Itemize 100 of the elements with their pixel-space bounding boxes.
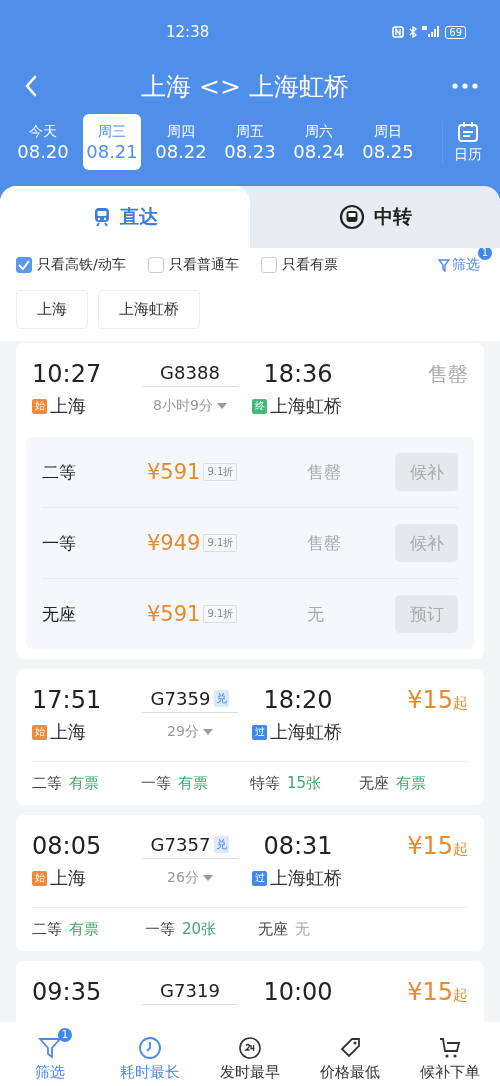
- timer-icon: [138, 1036, 162, 1060]
- nav-item[interactable]: 候补下单: [400, 1026, 500, 1082]
- availability-label: 无: [295, 920, 310, 939]
- train-card[interactable]: 10:27 G8388 18:36 售罄 始 上海 8小时9分 终 上海虹桥 二等 ¥591 9.1折 售罄 候补 一等 ¥949 9.1折 售罄 候补 无座 ¥591 9.1折 无 预订: [16, 343, 484, 659]
- caret-icon: [216, 403, 227, 409]
- availability-label: 20张: [182, 920, 217, 939]
- arrival-time: 10:00: [262, 978, 334, 1006]
- filter-checkbox[interactable]: 只看普通车: [147, 256, 239, 274]
- mode-tab[interactable]: 中转: [250, 186, 500, 248]
- seat-price: ¥591: [147, 460, 201, 484]
- departure-time: 08:05: [32, 832, 103, 860]
- status-time: 12:38: [166, 23, 210, 41]
- availability-label: 无: [307, 602, 325, 626]
- count-badge: 1: [57, 1028, 72, 1042]
- status-label: 售罄: [428, 361, 468, 386]
- bluetooth-icon: [409, 26, 418, 38]
- station-name: 上海虹桥: [270, 394, 342, 418]
- departure-time: 10:27: [32, 360, 103, 388]
- date-tab[interactable]: 周六 08.24: [290, 114, 348, 170]
- availability-label: 售罄: [307, 531, 342, 555]
- station-name: 上海: [50, 720, 86, 744]
- discount-tag: 9.1折: [203, 605, 238, 623]
- duration-toggle[interactable]: 29分: [142, 723, 238, 741]
- seat-class: 一等: [42, 531, 77, 555]
- count-badge: 1: [477, 248, 492, 260]
- arrival-time: 18:20: [262, 686, 334, 714]
- nav-item[interactable]: 1 筛选: [0, 1026, 100, 1082]
- departure-time: 09:35: [32, 978, 103, 1006]
- seat-class: 无座: [42, 602, 77, 626]
- train-card[interactable]: 09:35 G7319 10:00 ¥15起: [16, 961, 484, 1022]
- seat-price: ¥949: [147, 531, 201, 555]
- date-tab[interactable]: 周四 08.22: [152, 114, 210, 170]
- more-button[interactable]: [452, 83, 478, 89]
- calendar-button[interactable]: 日历: [442, 120, 492, 164]
- station-tag: 始: [32, 724, 47, 740]
- train-card[interactable]: 17:51 G7359 兑 18:20 ¥15起 始 上海 29分 过 上海虹桥 二等 有票 一等 有票 特等 15张 无座 有票: [16, 669, 484, 805]
- station-chip[interactable]: 上海: [16, 290, 88, 329]
- transfer-train-icon: [338, 204, 365, 230]
- seat-action-button[interactable]: 候补: [395, 524, 458, 562]
- more-icon: [452, 83, 478, 89]
- seat-class: 二等: [32, 774, 62, 793]
- station-tag: 终: [252, 398, 267, 414]
- train-card[interactable]: 08:05 G7357 兑 08:31 ¥15起 始 上海 26分 过 上海虹桥 二等 有票 一等 20张 无座 无: [16, 815, 484, 951]
- date-tab[interactable]: 周五 08.23: [221, 114, 279, 170]
- seat-class: 一等: [141, 774, 171, 793]
- nav-item[interactable]: 价格最低: [300, 1026, 400, 1082]
- station-tag: 过: [252, 724, 267, 740]
- seat-class: 特等: [250, 774, 280, 793]
- station-name: 上海: [50, 866, 86, 890]
- route-title: 上海 <> 上海虹桥: [140, 70, 350, 103]
- train-number: G7359: [150, 687, 211, 709]
- seat-class: 无座: [359, 774, 389, 793]
- price-tag-icon: [338, 1036, 362, 1060]
- caret-icon: [202, 729, 213, 735]
- clock-icon: [238, 1036, 262, 1060]
- date-tab[interactable]: 今天 08.20: [14, 114, 72, 170]
- station-name: 上海虹桥: [270, 866, 342, 890]
- arrival-time: 08:31: [262, 832, 334, 860]
- filter-icon: [38, 1036, 62, 1060]
- availability-label: 15张: [287, 774, 322, 793]
- caret-icon: [202, 875, 213, 881]
- station-tag: 始: [32, 398, 47, 414]
- station-tag: 始: [32, 870, 47, 886]
- station-chip[interactable]: 上海虹桥: [98, 290, 200, 329]
- availability-label: 有票: [69, 920, 99, 939]
- seat-class: 一等: [145, 920, 175, 939]
- battery-icon: 69: [445, 25, 466, 39]
- back-button[interactable]: [24, 75, 38, 97]
- filter-button[interactable]: 筛选 1: [438, 248, 492, 274]
- train-number: G7319: [160, 979, 220, 1001]
- filter-checkbox[interactable]: 只看有票: [260, 256, 338, 274]
- duration-toggle[interactable]: 26分: [142, 869, 238, 887]
- seat-class: 二等: [32, 920, 62, 939]
- discount-tag: 9.1折: [203, 463, 238, 481]
- train-number: G7357: [150, 833, 211, 855]
- seat-action-button[interactable]: 预订: [395, 595, 458, 633]
- seat-price: ¥591: [147, 602, 201, 626]
- mode-tab[interactable]: 直达: [0, 186, 250, 248]
- seat-action-button[interactable]: 候补: [395, 453, 458, 491]
- filter-checkbox[interactable]: 只看高铁/动车: [16, 256, 126, 274]
- nav-item[interactable]: 发时最早: [200, 1026, 300, 1082]
- calendar-icon: [456, 120, 479, 143]
- discount-tag: 9.1折: [203, 534, 238, 552]
- availability-label: 有票: [69, 774, 99, 793]
- seat-class: 二等: [42, 460, 77, 484]
- date-tab[interactable]: 周日 08.25: [359, 114, 417, 170]
- nav-item[interactable]: 耗时最长: [100, 1026, 200, 1082]
- duration-toggle[interactable]: 8小时9分: [142, 397, 238, 415]
- back-icon: [24, 75, 38, 97]
- signal-icon: [422, 26, 441, 38]
- check-icon: [18, 260, 30, 270]
- seat-class: 无座: [258, 920, 288, 939]
- departure-time: 17:51: [32, 686, 103, 714]
- date-tab[interactable]: 周三 08.21: [83, 114, 141, 170]
- exchange-badge: 兑: [214, 689, 230, 707]
- station-name: 上海虹桥: [270, 720, 342, 744]
- filter-icon: [438, 258, 450, 272]
- cart-icon: [438, 1036, 462, 1060]
- availability-label: 有票: [396, 774, 426, 793]
- exchange-badge: 兑: [214, 835, 230, 853]
